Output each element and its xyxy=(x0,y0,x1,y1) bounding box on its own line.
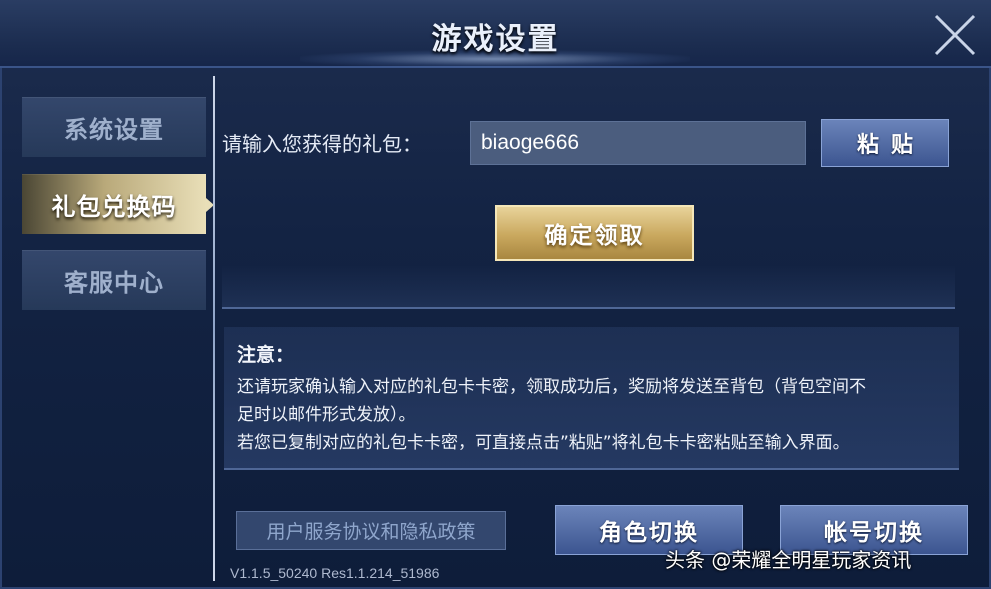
notice-line: 若您已复制对应的礼包卡卡密，可直接点击”粘贴”将礼包卡卡密粘贴至输入界面。 xyxy=(237,433,850,453)
sidebar-item-label: 礼包兑换码 xyxy=(51,191,177,221)
paste-button[interactable]: 粘贴 xyxy=(821,119,949,167)
notice-title: 注意： xyxy=(237,344,295,366)
privacy-policy-link[interactable]: 用户服务协议和隐私政策 xyxy=(236,511,506,550)
gift-code-label: 请输入您获得的礼包： xyxy=(222,132,422,156)
vertical-divider xyxy=(213,76,215,581)
version-label: V1.1.5_50240 Res1.1.214_51986 xyxy=(230,565,440,581)
sidebar-item-gift-code[interactable]: 礼包兑换码 xyxy=(22,174,214,234)
gift-code-input[interactable] xyxy=(470,121,806,165)
confirm-claim-button[interactable]: 确定领取 xyxy=(495,205,694,261)
page-title: 游戏设置 xyxy=(431,22,560,57)
sidebar-item-label: 系统设置 xyxy=(64,114,164,144)
close-icon[interactable] xyxy=(930,10,980,60)
panel-shade xyxy=(222,265,955,307)
privacy-policy-label: 用户服务协议和隐私政策 xyxy=(266,521,476,543)
sidebar-item-customer-service[interactable]: 客服中心 xyxy=(22,250,206,310)
sidebar-item-label: 客服中心 xyxy=(64,267,164,297)
sidebar-item-system-settings[interactable]: 系统设置 xyxy=(22,97,206,157)
sidebar: 系统设置 礼包兑换码 客服中心 xyxy=(0,70,214,589)
notice-line: 还请玩家确认输入对应的礼包卡卡密，领取成功后，奖励将发送至背包（背包空间不 xyxy=(237,377,866,397)
panel-divider xyxy=(222,307,955,309)
notice-line: 足时以邮件形式发放）。 xyxy=(237,405,416,425)
watermark: 头条 @荣耀全明星玩家资讯 xyxy=(665,548,912,572)
